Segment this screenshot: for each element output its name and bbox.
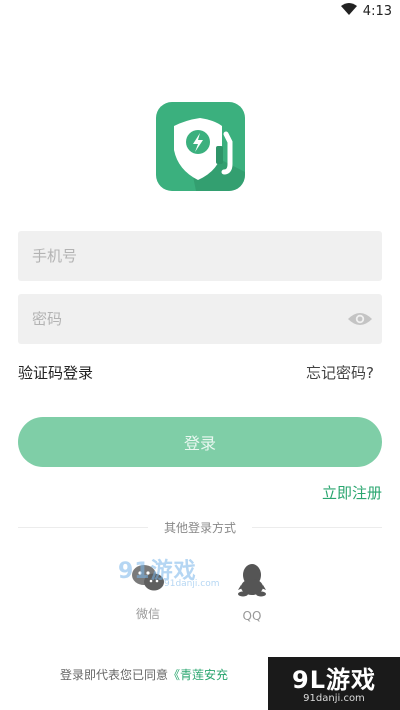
corner-url-text: 91danji.com (303, 693, 365, 704)
watermark-corner-badge: 9L游戏 91danji.com (268, 657, 400, 710)
show-password-eye-icon[interactable] (346, 306, 374, 332)
qq-penguin-icon (237, 564, 267, 601)
agreement-text: 登录即代表您已同意《青莲安充 (60, 666, 228, 683)
status-time: 4:13 (362, 3, 392, 19)
password-input[interactable] (18, 294, 382, 344)
divider-line-right (252, 527, 382, 528)
watermark-url-text: 91danji.com (164, 579, 220, 589)
corner-brand-text: 9L游戏 (292, 666, 376, 694)
status-bar: 4:13 (0, 0, 400, 22)
agreement-link[interactable]: 《青莲安充 (168, 668, 228, 682)
qq-label: QQ (242, 609, 262, 623)
sms-code-login-link[interactable]: 验证码登录 (18, 362, 93, 383)
forgot-password-link[interactable]: 忘记密码? (306, 362, 374, 383)
watermark-91youxi: 91游戏 91danji.com (118, 553, 219, 589)
login-button[interactable]: 登录 (18, 417, 382, 467)
app-logo (156, 102, 245, 191)
agreement-prefix: 登录即代表您已同意 (60, 668, 169, 682)
qq-login-button[interactable]: QQ (222, 563, 282, 623)
phone-input[interactable] (18, 231, 382, 281)
wifi-icon (340, 3, 357, 19)
wechat-label: 微信 (135, 607, 160, 621)
register-link[interactable]: 立即注册 (322, 482, 382, 503)
